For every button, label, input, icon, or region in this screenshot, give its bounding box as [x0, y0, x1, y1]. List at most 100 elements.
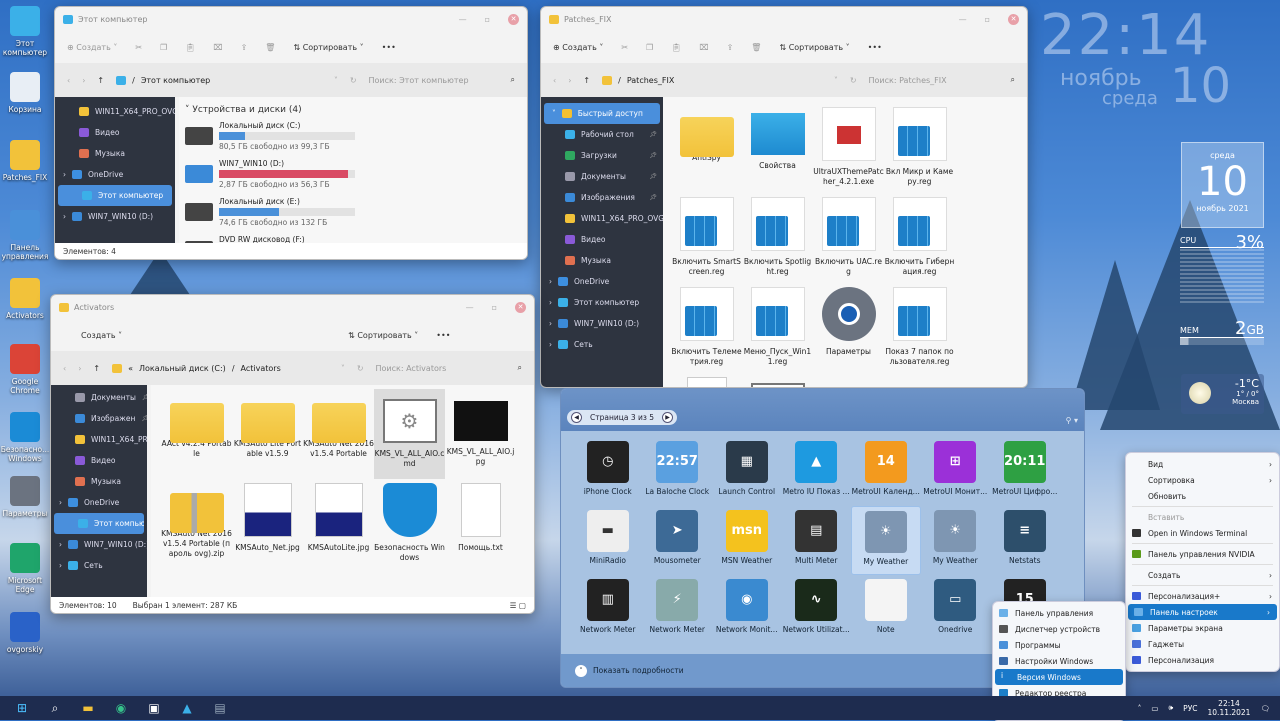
sort-button[interactable]: ⇅ Сортировать ˅: [348, 331, 418, 340]
nav-item[interactable]: › OneDrive: [51, 492, 147, 513]
expand-chevron-icon[interactable]: ›: [59, 540, 62, 549]
desktop-icon[interactable]: Панель управления: [0, 210, 50, 261]
more-button[interactable]: •••: [868, 43, 882, 52]
file-item[interactable]: KMS_VL_ALL_AIO.jpg: [445, 389, 516, 479]
nav-item[interactable]: › Этот компьютер: [541, 292, 663, 313]
nav-item[interactable]: Музыка: [541, 250, 663, 271]
breadcrumb[interactable]: / Patches_FIX: [602, 75, 822, 85]
nav-item[interactable]: Изображения 📌︎: [541, 187, 663, 208]
desktop-icon[interactable]: Безопасно... Windows: [0, 412, 50, 463]
gadget-item[interactable]: ▭ Onedrive: [921, 575, 991, 644]
notifications-icon[interactable]: 🗨︎: [1260, 704, 1270, 713]
back-button[interactable]: ‹: [67, 76, 70, 85]
menu-item[interactable]: Персонализация+ ›: [1126, 588, 1279, 604]
edge-button[interactable]: ◉: [110, 699, 132, 717]
desktop-icon[interactable]: Корзина: [0, 72, 50, 114]
menu-item[interactable]: Диспетчер устройств: [993, 621, 1125, 637]
nav-item[interactable]: ˅ Быстрый доступ: [544, 103, 660, 124]
photos-button[interactable]: ▲: [176, 699, 198, 717]
file-item[interactable]: ⚙ KMS_VL_ALL_AIO.cmd: [374, 389, 445, 479]
gadget-item[interactable]: 22:57 La Baloche Clock: [643, 437, 713, 506]
expand-chevron-icon[interactable]: ›: [549, 277, 552, 286]
expand-chevron-icon[interactable]: ›: [63, 170, 66, 179]
nav-item[interactable]: Этот компьютер: [58, 185, 172, 206]
file-item[interactable]: Включить Телеметрия.reg: [671, 283, 742, 373]
delete-icon[interactable]: 🗑︎: [751, 43, 761, 52]
breadcrumb-item[interactable]: Activators: [241, 364, 281, 373]
maximize-button[interactable]: ▫: [985, 15, 990, 24]
expand-chevron-icon[interactable]: ˅: [552, 109, 556, 118]
gadget-item[interactable]: ▤ Multi Meter: [782, 506, 852, 575]
gadget-item[interactable]: msn MSN Weather: [712, 506, 782, 575]
up-button[interactable]: ↑: [97, 76, 104, 85]
menu-item[interactable]: Панель настроек ›: [1128, 604, 1277, 620]
search-input[interactable]: Поиск: Activators: [376, 364, 506, 373]
nav-item[interactable]: Документы 📌︎: [541, 166, 663, 187]
file-item[interactable]: Свойства: [742, 103, 813, 193]
cut-icon[interactable]: ✂: [621, 43, 628, 52]
close-button[interactable]: ✕: [1008, 13, 1019, 25]
clock[interactable]: 22:14 10.11.2021: [1208, 699, 1251, 717]
gadget-item[interactable]: ≡ Netstats: [990, 506, 1060, 575]
menu-item[interactable]: Обновить: [1126, 488, 1279, 504]
desktop-icon[interactable]: Microsoft Edge: [0, 543, 50, 594]
file-item[interactable]: Вкл Микр и Камеру.reg: [884, 103, 955, 193]
file-item[interactable]: AntiSpy: [671, 103, 742, 193]
section-header[interactable]: ˅ Устройства и диски (4): [185, 105, 521, 115]
language-indicator[interactable]: РУС: [1183, 704, 1197, 713]
network-icon[interactable]: ▭: [1151, 704, 1158, 713]
expand-chevron-icon[interactable]: ›: [549, 340, 552, 349]
gadget-item[interactable]: ▦ Launch Control: [712, 437, 782, 506]
file-explorer-button[interactable]: ▬: [77, 699, 99, 717]
file-item[interactable]: Безопасность Windows: [374, 479, 445, 569]
nav-item[interactable]: WIN11_X64_PRO_OVG_: [55, 101, 175, 122]
file-item[interactable]: Показ 7 папок пользователя.reg: [884, 283, 955, 373]
rename-icon[interactable]: ⌧: [213, 43, 222, 52]
up-button[interactable]: ↑: [583, 76, 590, 85]
search-button[interactable]: ⌕: [44, 699, 66, 717]
gadget-item[interactable]: 20:11 MetroUI Цифро...: [990, 437, 1060, 506]
gadget-item[interactable]: ☀ My Weather: [921, 506, 991, 575]
volume-icon[interactable]: 🕪︎: [1168, 703, 1173, 713]
desktop-icon[interactable]: ovgorskiy: [0, 612, 50, 654]
file-item[interactable]: ⚙Сброс групповых политик.bat: [742, 373, 813, 387]
refresh-button[interactable]: ↻: [357, 364, 364, 373]
menu-item[interactable]: Панель управления NVIDIA: [1126, 546, 1279, 562]
more-button[interactable]: •••: [436, 331, 450, 340]
prev-page-button[interactable]: ◀: [571, 412, 582, 423]
menu-item[interactable]: Настройки Windows: [993, 653, 1125, 669]
file-item[interactable]: Помощь.txt: [671, 373, 742, 387]
drive-item[interactable]: Локальный диск (C:) 80,5 ГБ свободно из 9…: [185, 121, 355, 151]
breadcrumb[interactable]: « Локальный диск (C:) / Activators: [112, 363, 329, 373]
file-item[interactable]: Параметры: [813, 283, 884, 373]
cut-icon[interactable]: ✂: [135, 43, 142, 52]
share-icon[interactable]: ⇪: [727, 43, 734, 52]
maximize-button[interactable]: ▫: [485, 15, 490, 24]
file-item[interactable]: Включить Spotlight.reg: [742, 193, 813, 283]
forward-button[interactable]: ›: [568, 76, 571, 85]
search-gadgets-icon[interactable]: ⚲ ▾: [1066, 416, 1078, 425]
gadget-item[interactable]: ▥ Network Meter: [573, 575, 643, 644]
history-dropdown[interactable]: ˅: [334, 76, 338, 85]
nav-item[interactable]: WIN11_X64_PR: [51, 429, 147, 450]
gadget-item[interactable]: ⊞ MetroUI Монит...: [921, 437, 991, 506]
gadget-item[interactable]: ▲ Metro IU Показ ...: [782, 437, 852, 506]
expand-chevron-icon[interactable]: ›: [549, 319, 552, 328]
menu-item[interactable]: Вид ›: [1126, 456, 1279, 472]
history-dropdown[interactable]: ˅: [341, 364, 345, 373]
desktop-icon[interactable]: Этот компьютер: [0, 6, 50, 57]
gadget-item[interactable]: ☀ My Weather: [851, 506, 921, 575]
create-button[interactable]: ⊕ Создать ˅: [67, 43, 117, 52]
menu-item[interactable]: Гаджеты: [1126, 636, 1279, 652]
nav-item[interactable]: Этот компьютер: [54, 513, 144, 534]
menu-item[interactable]: Панель управления: [993, 605, 1125, 621]
nav-item[interactable]: Документы 📌︎: [51, 387, 147, 408]
nav-item[interactable]: Загрузки 📌︎: [541, 145, 663, 166]
menu-item[interactable]: Open in Windows Terminal: [1126, 525, 1279, 541]
refresh-button[interactable]: ↻: [850, 76, 857, 85]
nav-item[interactable]: Видео: [55, 122, 175, 143]
nav-item[interactable]: › Сеть: [51, 555, 147, 576]
file-item[interactable]: KMSAuto Net 2016 v1.5.4 Portable: [303, 389, 374, 479]
sort-button[interactable]: ⇅ Сортировать ˅: [293, 43, 363, 52]
paste-icon[interactable]: 📋︎: [185, 43, 195, 52]
